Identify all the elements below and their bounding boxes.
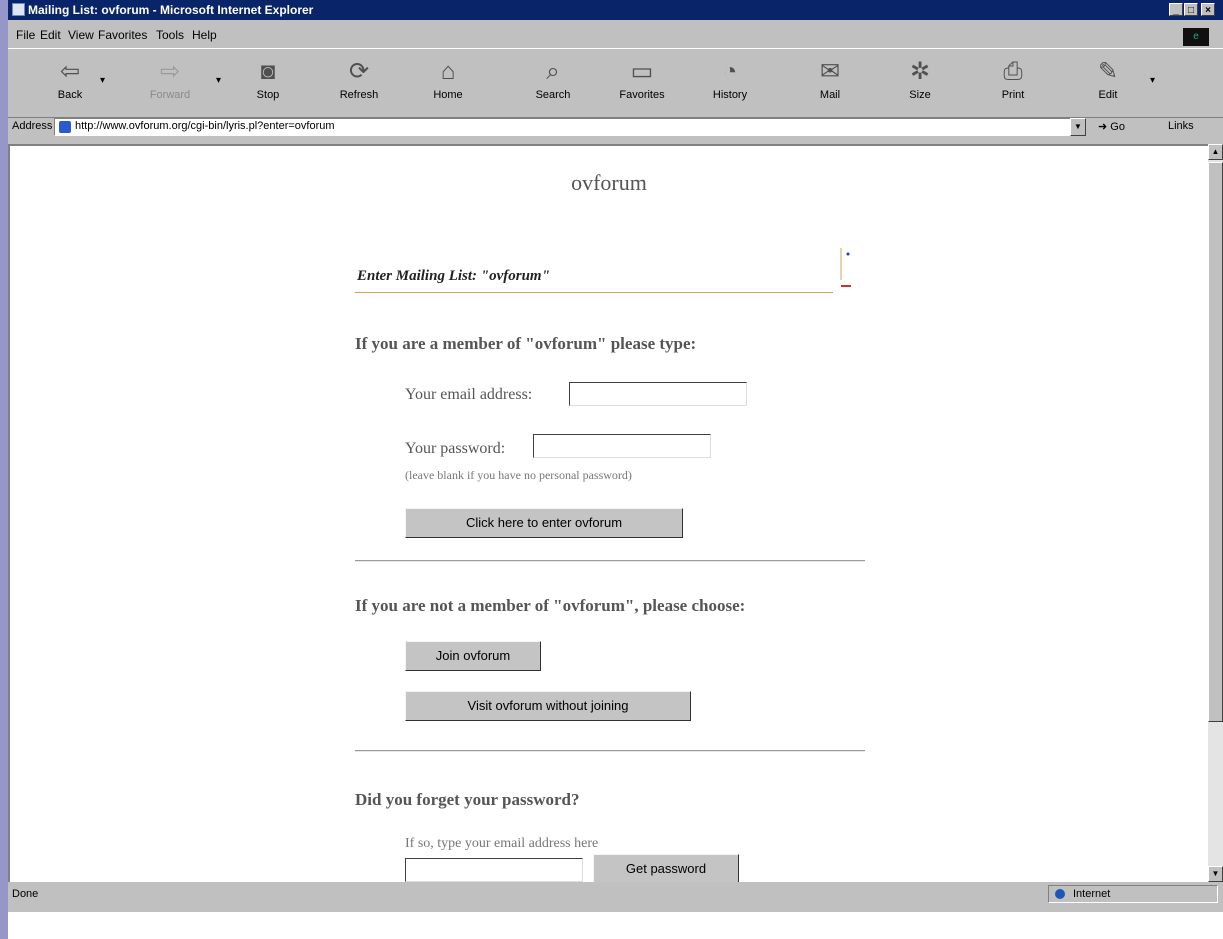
size-button[interactable]: ✲ Size xyxy=(890,55,950,101)
email-label: Your email address: xyxy=(405,386,533,403)
favorites-button[interactable]: ▭ Favorites xyxy=(612,55,672,101)
status-text: Done xyxy=(12,888,39,900)
minimize-button[interactable]: _ xyxy=(1169,3,1183,16)
search-icon: ⌕ xyxy=(546,58,560,85)
menu-bar: File Edit View Favorites Tools Help xyxy=(8,24,1223,46)
menu-view[interactable]: View xyxy=(68,28,94,42)
security-zone: Internet xyxy=(1048,885,1218,903)
history-button[interactable]: ◔ History xyxy=(700,55,760,101)
print-label: Print xyxy=(1001,89,1025,101)
address-dropdown-icon[interactable]: ▼ xyxy=(1070,118,1086,136)
address-input[interactable]: http://www.ovforum.org/cgi-bin/lyris.pl?… xyxy=(54,118,1086,136)
favorites-label: Favorites xyxy=(619,89,665,101)
search-label: Search xyxy=(535,89,571,101)
close-button[interactable]: × xyxy=(1201,3,1215,16)
zone-label: Internet xyxy=(1073,888,1111,900)
home-button[interactable]: ⌂ Home xyxy=(418,55,478,101)
back-arrow-icon: ⇦ xyxy=(59,58,81,85)
desktop-edge xyxy=(0,0,8,939)
password-label: Your password: xyxy=(405,440,506,457)
go-arrow-icon: ➜ xyxy=(1098,121,1111,133)
standard-toolbar: ⇦ Back ▾ ⇨ Forward ▾ ◙ Stop ⟳ Refresh ⌂ … xyxy=(8,48,1223,118)
divider xyxy=(355,750,865,752)
refresh-label: Refresh xyxy=(339,89,379,101)
forward-dropdown-icon[interactable]: ▾ xyxy=(216,75,221,86)
size-icon: ✲ xyxy=(909,58,931,85)
history-label: History xyxy=(712,89,748,101)
menu-tools[interactable]: Tools xyxy=(156,28,184,42)
links-button[interactable]: Links xyxy=(1168,120,1194,132)
member-heading: If you are a member of "ovforum" please … xyxy=(355,334,697,353)
title-bar: Mailing List: ovforum - Microsoft Intern… xyxy=(8,0,1223,20)
divider xyxy=(355,560,865,562)
password-note: (leave blank if you have no personal pas… xyxy=(405,468,632,482)
nonmember-heading: If you are not a member of "ovforum", pl… xyxy=(355,596,746,615)
email-field[interactable] xyxy=(569,382,747,406)
visit-without-joining-button[interactable]: Visit ovforum without joining xyxy=(405,691,691,721)
back-dropdown-icon[interactable]: ▾ xyxy=(100,75,105,86)
back-button[interactable]: ⇦ Back xyxy=(40,55,100,101)
page-icon xyxy=(59,121,71,133)
stop-label: Stop xyxy=(256,89,280,101)
browser-window: Mailing List: ovforum - Microsoft Intern… xyxy=(8,0,1223,912)
mail-button[interactable]: ✉ Mail xyxy=(800,55,860,101)
status-bar: Done Internet xyxy=(8,882,1223,906)
join-button[interactable]: Join ovforum xyxy=(405,641,541,671)
forgot-email-field[interactable] xyxy=(405,858,583,882)
get-password-button[interactable]: Get password xyxy=(593,854,739,882)
edit-icon: ✎ xyxy=(1097,58,1119,85)
edit-label: Edit xyxy=(1098,89,1118,101)
print-icon: ⎙ xyxy=(1003,58,1023,85)
edit-button[interactable]: ✎ Edit xyxy=(1078,55,1138,101)
mailing-list-banner: Enter Mailing List: "ovforum" xyxy=(355,264,833,293)
size-label: Size xyxy=(909,89,931,101)
menu-help[interactable]: Help xyxy=(192,28,217,42)
go-button[interactable]: ➜ Go xyxy=(1098,120,1125,133)
password-field[interactable] xyxy=(533,434,711,458)
history-icon: ◔ xyxy=(722,58,738,85)
refresh-icon: ⟳ xyxy=(348,58,370,85)
forward-button[interactable]: ⇨ Forward xyxy=(140,55,200,101)
search-button[interactable]: ⌕ Search xyxy=(523,55,583,101)
address-label: Address xyxy=(12,120,53,132)
print-button[interactable]: ⎙ Print xyxy=(983,55,1043,101)
ie-logo-icon: e xyxy=(1183,28,1209,46)
menu-edit[interactable]: Edit xyxy=(40,28,61,42)
page-title: ovforum xyxy=(571,170,647,195)
edit-dropdown-icon[interactable]: ▾ xyxy=(1150,75,1155,86)
ie-window-icon xyxy=(12,3,25,16)
scroll-down-icon[interactable]: ▼ xyxy=(1208,866,1223,882)
enter-ovforum-button[interactable]: Click here to enter ovforum xyxy=(405,508,683,538)
go-label: Go xyxy=(1110,121,1125,133)
banner-text: Enter Mailing List: "ovforum" xyxy=(357,268,550,284)
forgot-note: If so, type your email address here xyxy=(405,836,599,851)
address-bar: Address http://www.ovforum.org/cgi-bin/l… xyxy=(8,116,1223,138)
mail-icon: ✉ xyxy=(819,58,841,85)
scroll-thumb[interactable] xyxy=(1208,162,1223,722)
address-url: http://www.ovforum.org/cgi-bin/lyris.pl?… xyxy=(75,120,335,132)
window-title: Mailing List: ovforum - Microsoft Intern… xyxy=(28,3,314,17)
page-content: ovforum Enter Mailing List: "ovforum" If… xyxy=(8,144,1208,882)
stop-button[interactable]: ◙ Stop xyxy=(238,55,298,101)
stop-icon: ◙ xyxy=(260,58,276,85)
forgot-heading: Did you forget your password? xyxy=(355,790,580,809)
mail-label: Mail xyxy=(819,89,841,101)
back-label: Back xyxy=(57,89,83,101)
refresh-button[interactable]: ⟳ Refresh xyxy=(329,55,389,101)
forward-arrow-icon: ⇨ xyxy=(159,58,181,85)
menu-favorites[interactable]: Favorites xyxy=(98,28,147,42)
maximize-button[interactable]: □ xyxy=(1184,3,1198,16)
favorites-folder-icon: ▭ xyxy=(630,58,654,85)
vertical-scrollbar[interactable]: ▲ ▼ xyxy=(1208,144,1223,882)
scroll-up-icon[interactable]: ▲ xyxy=(1208,144,1223,160)
internet-globe-icon xyxy=(1055,889,1065,899)
banner-decoration xyxy=(840,248,851,287)
home-icon: ⌂ xyxy=(440,58,456,85)
forward-label: Forward xyxy=(149,89,191,101)
home-label: Home xyxy=(433,89,463,101)
menu-file[interactable]: File xyxy=(16,28,35,42)
